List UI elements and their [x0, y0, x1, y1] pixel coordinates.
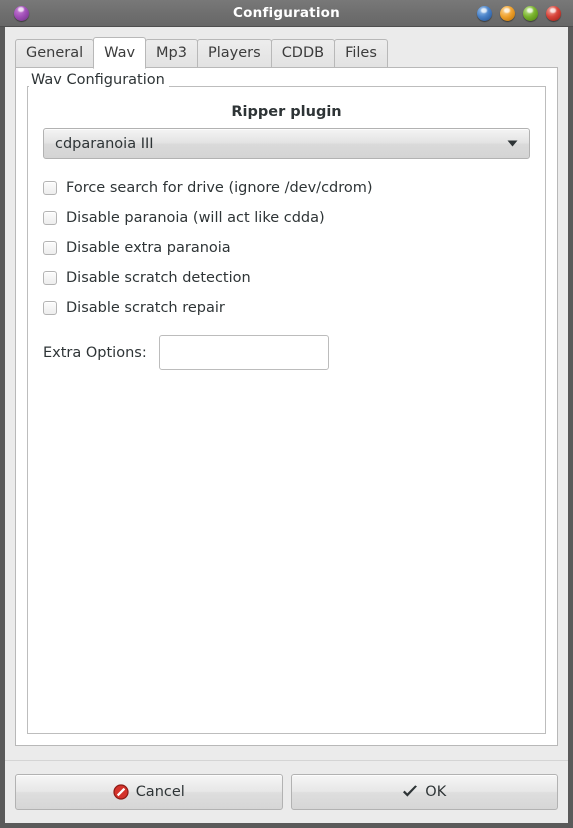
- dialog-action-bar: Cancel OK: [5, 761, 568, 823]
- cancel-button[interactable]: Cancel: [15, 774, 283, 810]
- minimize-button[interactable]: [500, 6, 515, 21]
- settings-notebook: General Wav Mp3 Players CDDB Files Wav C…: [15, 36, 558, 746]
- shade-button[interactable]: [477, 6, 492, 21]
- ripper-plugin-combobox[interactable]: cdparanoia III: [43, 128, 530, 159]
- ripper-plugin-value: cdparanoia III: [55, 135, 154, 152]
- ripper-plugin-label: Ripper plugin: [231, 104, 342, 120]
- checkbox-force-search[interactable]: [43, 181, 57, 195]
- checkbox-disable-scratch-detection[interactable]: [43, 271, 57, 285]
- checkbox-label-disable-scratch-repair: Disable scratch repair: [66, 300, 225, 316]
- checkbox-label-force-search: Force search for drive (ignore /dev/cdro…: [66, 180, 373, 196]
- extra-options-label: Extra Options:: [43, 344, 147, 361]
- cancel-button-label: Cancel: [135, 784, 185, 800]
- checkbox-row-force-search[interactable]: Force search for drive (ignore /dev/cdro…: [43, 173, 530, 203]
- title-bar: Configuration: [0, 0, 573, 27]
- configuration-window: Configuration General Wav Mp3 Players CD…: [0, 0, 573, 828]
- wav-options-list: Force search for drive (ignore /dev/cdro…: [43, 173, 530, 323]
- checkbox-row-disable-extra-paranoia[interactable]: Disable extra paranoia: [43, 233, 530, 263]
- tab-files[interactable]: Files: [334, 39, 388, 68]
- tab-mp3[interactable]: Mp3: [145, 39, 198, 68]
- checkbox-label-disable-extra-paranoia: Disable extra paranoia: [66, 240, 231, 256]
- tab-players[interactable]: Players: [197, 39, 272, 68]
- maximize-button[interactable]: [523, 6, 538, 21]
- chevron-down-icon: [495, 129, 529, 158]
- checkbox-disable-extra-paranoia[interactable]: [43, 241, 57, 255]
- tab-cddb[interactable]: CDDB: [270, 39, 336, 68]
- checkbox-row-disable-scratch-detection[interactable]: Disable scratch detection: [43, 263, 530, 293]
- checkbox-disable-scratch-repair[interactable]: [43, 301, 57, 315]
- checkbox-label-disable-paranoia: Disable paranoia (will act like cdda): [66, 210, 325, 226]
- tab-strip: General Wav Mp3 Players CDDB Files: [15, 36, 558, 69]
- tab-general[interactable]: General: [15, 39, 95, 68]
- panel-spacer: [5, 746, 568, 760]
- ok-button[interactable]: OK: [290, 774, 558, 810]
- window-body: General Wav Mp3 Players CDDB Files Wav C…: [5, 27, 568, 823]
- checkbox-label-disable-scratch-detection: Disable scratch detection: [66, 270, 251, 286]
- extra-options-input[interactable]: [158, 335, 329, 370]
- check-icon: [402, 785, 418, 799]
- ok-button-label: OK: [425, 784, 447, 800]
- checkbox-row-disable-scratch-repair[interactable]: Disable scratch repair: [43, 293, 530, 323]
- extra-options-row: Extra Options:: [43, 335, 530, 370]
- tab-panel-wav: Wav Configuration Ripper plugin cdparano…: [15, 67, 558, 746]
- window-controls: [477, 0, 561, 27]
- group-title: Wav Configuration: [29, 72, 169, 88]
- close-button[interactable]: [546, 6, 561, 21]
- checkbox-row-disable-paranoia[interactable]: Disable paranoia (will act like cdda): [43, 203, 530, 233]
- no-entry-icon: [113, 784, 129, 800]
- tab-strip-filler: [387, 67, 558, 68]
- group-content: Ripper plugin cdparanoia III Force searc…: [27, 86, 546, 734]
- checkbox-disable-paranoia[interactable]: [43, 211, 57, 225]
- tab-wav[interactable]: Wav: [93, 37, 147, 69]
- wav-configuration-group: Wav Configuration Ripper plugin cdparano…: [27, 72, 546, 734]
